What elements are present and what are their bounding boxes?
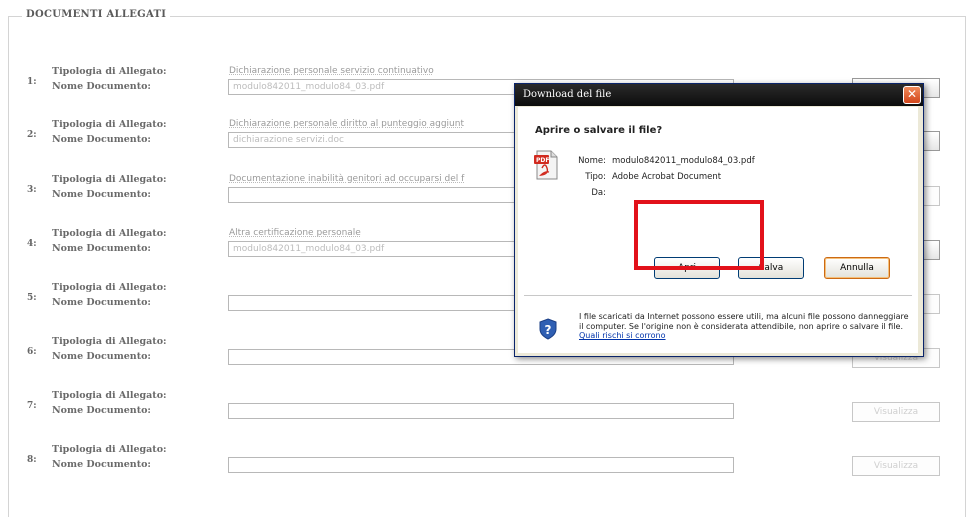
file-name-key: Nome: — [578, 156, 606, 166]
dialog-question: Aprire o salvare il file? — [535, 125, 663, 136]
tipologia-label: Tipologia di Allegato: — [52, 66, 167, 77]
tipologia-value: Altra certificazione personale — [229, 228, 361, 238]
row-number: 8: — [27, 455, 37, 465]
document-name-field[interactable] — [228, 457, 734, 473]
nome-documento-label: Nome Documento: — [52, 189, 151, 200]
tipologia-value: Dichiarazione personale servizio continu… — [229, 66, 434, 76]
nome-documento-label: Nome Documento: — [52, 405, 151, 416]
row-number: 7: — [27, 401, 37, 411]
tipologia-label: Tipologia di Allegato: — [52, 174, 167, 185]
svg-text:PDF: PDF — [536, 157, 549, 164]
risks-link[interactable]: Quali rischi si corrono — [579, 331, 666, 340]
attachment-row-7: 7: Tipologia di Allegato: Nome Documento… — [0, 386, 972, 438]
tipologia-label: Tipologia di Allegato: — [52, 228, 167, 239]
row-number: 3: — [27, 185, 37, 195]
file-name-value: modulo842011_modulo84_03.pdf — [612, 156, 755, 166]
security-shield-icon: ? — [539, 318, 557, 340]
row-number: 2: — [27, 130, 37, 140]
nome-documento-label: Nome Documento: — [52, 81, 151, 92]
security-warning-text: I file scaricati da Internet possono ess… — [579, 312, 909, 331]
file-type-key: Tipo: — [585, 172, 606, 182]
visualizza-button[interactable]: Visualizza — [852, 402, 940, 422]
tipologia-label: Tipologia di Allegato: — [52, 119, 167, 130]
nome-documento-label: Nome Documento: — [52, 134, 151, 145]
dialog-title: Download del file — [515, 84, 923, 106]
row-number: 1: — [27, 77, 37, 87]
pdf-file-icon: PDF — [534, 150, 558, 180]
close-icon: ✕ — [906, 87, 918, 101]
row-number: 5: — [27, 293, 37, 303]
tipologia-value: Dichiarazione personale diritto al punte… — [229, 119, 464, 129]
tipologia-label: Tipologia di Allegato: — [52, 444, 167, 455]
nome-documento-label: Nome Documento: — [52, 243, 151, 254]
row-number: 4: — [27, 239, 37, 249]
attachment-row-8: 8: Tipologia di Allegato: Nome Documento… — [0, 440, 972, 492]
nome-documento-label: Nome Documento: — [52, 459, 151, 470]
cancel-button[interactable]: Annulla — [824, 257, 890, 279]
security-warning: I file scaricati da Internet possono ess… — [579, 312, 909, 341]
svg-text:?: ? — [545, 323, 552, 337]
document-name-field[interactable] — [228, 403, 734, 419]
highlight-box — [634, 200, 764, 270]
tipologia-label: Tipologia di Allegato: — [52, 390, 167, 401]
close-button[interactable]: ✕ — [903, 86, 921, 104]
file-source-key: Da: — [591, 188, 606, 198]
visualizza-button[interactable]: Visualizza — [852, 456, 940, 476]
row-number: 6: — [27, 347, 37, 357]
tipologia-label: Tipologia di Allegato: — [52, 336, 167, 347]
nome-documento-label: Nome Documento: — [52, 297, 151, 308]
dialog-divider — [524, 295, 912, 296]
section-title: DOCUMENTI ALLEGATI — [22, 9, 171, 20]
nome-documento-label: Nome Documento: — [52, 351, 151, 362]
file-type-value: Adobe Acrobat Document — [612, 172, 722, 182]
tipologia-label: Tipologia di Allegato: — [52, 282, 167, 293]
tipologia-value: Documentazione inabilità genitori ad occ… — [229, 174, 465, 184]
